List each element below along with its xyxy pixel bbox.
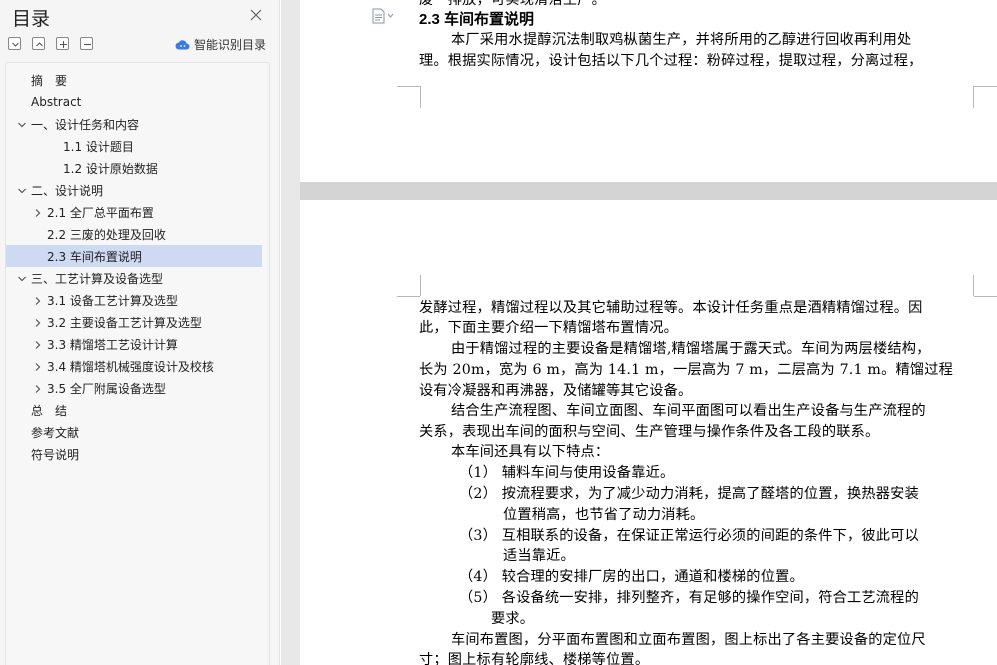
toc-item[interactable]: 总 结 <box>6 399 262 421</box>
ai-cloud-icon <box>175 39 190 49</box>
crop-mark <box>420 86 421 108</box>
toc-item[interactable]: 3.5 全厂附属设备选型 <box>6 377 262 399</box>
body-text-line: 设有冷凝器和再沸器，及储罐等其它设备。 <box>419 383 693 399</box>
toc-item-label: 2.3 车间布置说明 <box>47 249 142 264</box>
expand-all-icon[interactable] <box>32 37 45 50</box>
chevron-down-icon[interactable] <box>17 119 27 129</box>
document-page: 发酵过程，精馏过程以及其它辅助过程等。本设计任务重点是酒精精馏过程。因 此，下面主… <box>300 200 997 665</box>
toc-item[interactable]: 3.2 主要设备工艺计算及选型 <box>6 311 262 333</box>
toc-item-label: 2.2 三废的处理及回收 <box>47 227 166 242</box>
toc-item-label: 二、设计说明 <box>31 183 104 198</box>
crop-mark <box>973 275 974 296</box>
crop-mark <box>420 275 421 296</box>
add-heading-icon[interactable] <box>56 37 69 50</box>
crop-mark <box>974 86 997 87</box>
body-text-line: 此，下面主要介绍一下精馏塔布置情况。 <box>419 320 678 336</box>
body-text-line: 适当靠近。 <box>503 548 575 564</box>
toc-item[interactable]: 三、工艺计算及设备选型 <box>6 267 262 289</box>
toc-item-label: 三、工艺计算及设备选型 <box>31 271 164 286</box>
toc-item[interactable]: 1.2 设计原始数据 <box>6 157 262 179</box>
toc-item[interactable]: 3.1 设备工艺计算及选型 <box>6 289 262 311</box>
body-text-line: 理。根据实际情况，设计包括以下几个过程：粉碎过程，提取过程，分离过程， <box>419 53 923 69</box>
body-text-line: （4） 较合理的安排厂房的出口，通道和楼梯的位置。 <box>459 569 804 585</box>
body-text-line: 位置稍高，也节省了动力消耗。 <box>503 507 705 523</box>
page-separator <box>300 182 997 200</box>
chevron-right-icon[interactable] <box>33 361 43 371</box>
body-text-line: （1） 辅料车间与使用设备靠近。 <box>459 465 675 481</box>
ai-toc-button[interactable]: 智能识别目录 <box>175 34 266 54</box>
body-text-line: 由于精馏过程的主要设备是精馏塔,精馏塔属于露天式。车间为两层楼结构， <box>451 341 931 357</box>
toc-item[interactable]: 二、设计说明 <box>6 179 262 201</box>
toc-item[interactable]: 2.3 车间布置说明 <box>6 245 262 267</box>
remove-heading-icon[interactable] <box>80 37 93 50</box>
body-text-line: 本厂采用水提醇沉法制取鸡枞菌生产，并将所用的乙醇进行回收再利用处 <box>451 32 912 48</box>
chevron-right-icon[interactable] <box>33 207 43 217</box>
document-area: 废一排放，可实现清洁生产。 2.3 车间布置说明 本厂采用水提醇沉法制取鸡枞菌生… <box>281 0 997 665</box>
body-text-line: （3） 互相联系的设备，在保证正常运行必须的间距的条件下，彼此可以 <box>459 528 919 544</box>
toc-item[interactable]: 2.1 全厂总平面布置 <box>6 201 262 223</box>
toc-item-label: 3.3 精馏塔工艺设计计算 <box>47 337 178 352</box>
sidebar-title: 目录 <box>12 8 51 30</box>
collapse-all-icon[interactable] <box>8 37 21 50</box>
toc-list: 摘 要 Abstract 一、设计任务和内容 1.1 设计题目 1.2 设计原始数据二、… <box>5 62 270 665</box>
body-text-line: 发酵过程，精馏过程以及其它辅助过程等。本设计任务重点是酒精精馏过程。因 <box>419 300 923 316</box>
toc-item-label: 3.1 设备工艺计算及选型 <box>47 293 178 308</box>
toc-item-label: 参考文献 <box>31 425 80 440</box>
toc-item-label: 2.1 全厂总平面布置 <box>47 205 154 220</box>
crop-mark <box>397 296 420 297</box>
toc-item[interactable]: 3.3 精馏塔工艺设计计算 <box>6 333 262 355</box>
document-nav-icon[interactable] <box>371 8 397 24</box>
toc-item[interactable]: 2.2 三废的处理及回收 <box>6 223 262 245</box>
body-text-line: 本车间还具有以下特点： <box>451 444 610 460</box>
document-page: 废一排放，可实现清洁生产。 2.3 车间布置说明 本厂采用水提醇沉法制取鸡枞菌生… <box>300 0 997 182</box>
body-text-line: 长为 20m，宽为 6 m，高为 14.1 m，一层高为 7 m，二层高为 7.… <box>419 362 954 378</box>
toc-item[interactable]: 参考文献 <box>6 421 262 443</box>
toc-item[interactable]: 摘 要 <box>6 69 262 91</box>
toc-item-label: 一、设计任务和内容 <box>31 117 140 132</box>
toc-item[interactable]: 符号说明 <box>6 443 262 465</box>
body-text-line: 关系，表现出车间的面积与空间、生产管理与操作条件及各工段的联系。 <box>419 424 880 440</box>
body-text-line: 寸；图上标有轮廓线、楼梯等位置。 <box>419 652 650 665</box>
body-text-line: 要求。 <box>491 611 535 627</box>
chevron-right-icon[interactable] <box>33 383 43 393</box>
section-heading: 2.3 车间布置说明 <box>419 11 535 28</box>
toc-item-label: 3.2 主要设备工艺计算及选型 <box>47 315 202 330</box>
toc-item-label: 1.2 设计原始数据 <box>63 161 158 176</box>
body-text-line: 车间布置图，分平面布置图和立面布置图，图上标出了各主要设备的定位尺 <box>451 632 926 648</box>
toc-item-label: 总 结 <box>31 403 68 418</box>
ai-toc-label: 智能识别目录 <box>194 37 267 52</box>
toc-item[interactable]: 一、设计任务和内容 <box>6 113 262 135</box>
chevron-down-icon[interactable] <box>17 185 27 195</box>
close-icon[interactable] <box>249 7 263 21</box>
toc-item-label: 摘 要 <box>31 73 68 88</box>
crop-mark <box>397 86 420 87</box>
toc-item-label: 3.5 全厂附属设备选型 <box>47 381 166 396</box>
crop-mark <box>974 296 997 297</box>
toc-item[interactable]: Abstract <box>6 91 262 113</box>
chevron-right-icon[interactable] <box>33 317 43 327</box>
chevron-right-icon[interactable] <box>33 295 43 305</box>
chevron-down-icon[interactable] <box>17 273 27 283</box>
toc-item-label: 1.1 设计题目 <box>63 139 134 154</box>
toc-item-label: 3.4 精馏塔机械强度设计及校核 <box>47 359 214 374</box>
body-text-line: 结合生产流程图、车间立面图、车间平面图可以看出生产设备与生产流程的 <box>451 403 926 419</box>
toc-item[interactable]: 3.4 精馏塔机械强度设计及校核 <box>6 355 262 377</box>
body-text-line: （2） 按流程要求，为了减少动力消耗，提高了醛塔的位置，换热器安装 <box>459 486 919 502</box>
body-text-line: （5） 各设备统一安排，排列整齐，有足够的操作空间，符合工艺流程的 <box>459 590 919 606</box>
chevron-right-icon[interactable] <box>33 339 43 349</box>
toc-sidebar: 目录 智能识别目录 摘 要 Abstract 一、设计任务和内容 1.1 设计题目 1.… <box>0 0 280 665</box>
crop-mark <box>973 86 974 108</box>
toc-item-label: Abstract <box>31 95 82 109</box>
page-gutter <box>281 0 300 665</box>
toc-item-label: 符号说明 <box>31 447 80 462</box>
toc-item[interactable]: 1.1 设计题目 <box>6 135 262 157</box>
